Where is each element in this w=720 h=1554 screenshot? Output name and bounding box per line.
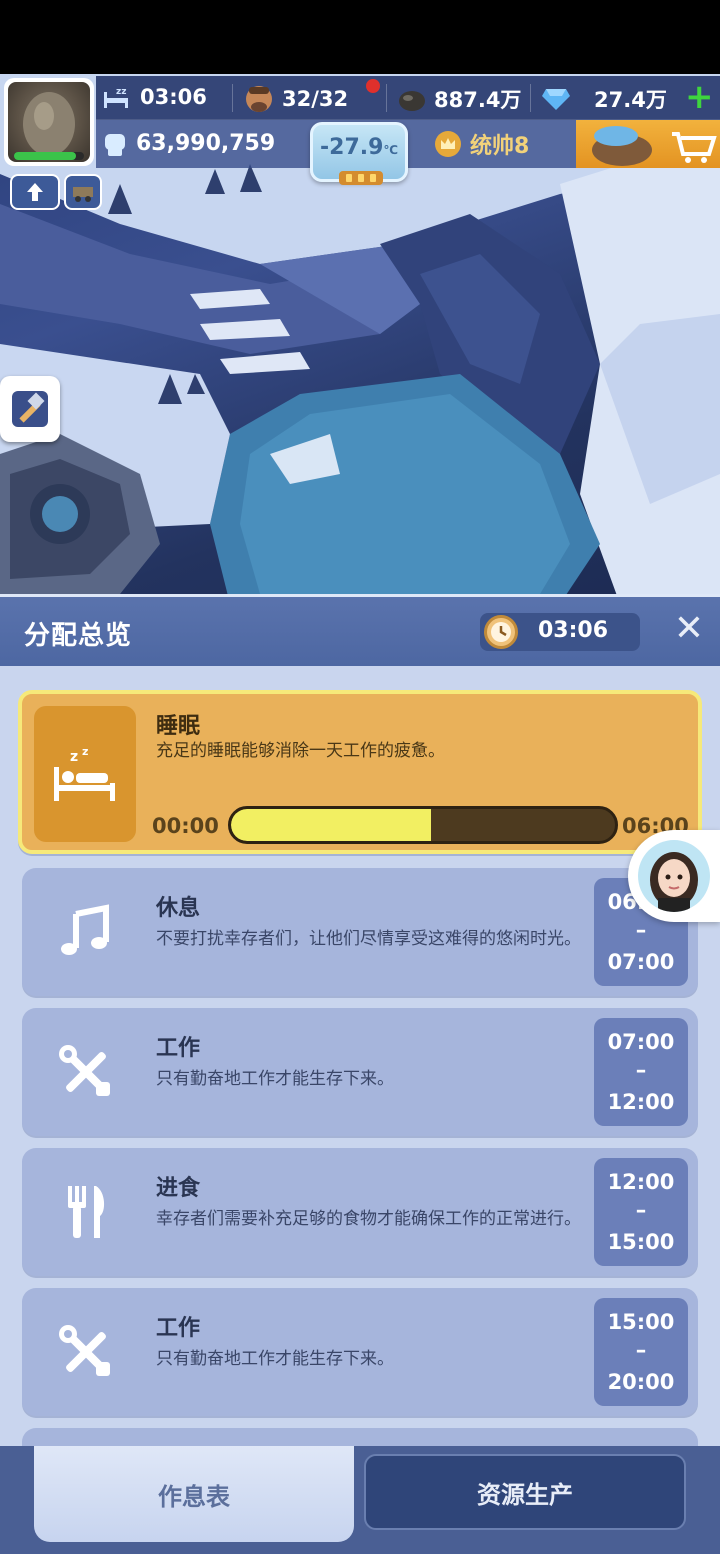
assistant-face-icon	[638, 840, 710, 912]
tools-icon	[46, 1308, 126, 1396]
build-button[interactable]	[0, 376, 60, 442]
arrow-up-icon	[27, 183, 43, 201]
schedule-item-work[interactable]: 工作 只有勤奋地工作才能生存下来。 07:00 – 12:00	[22, 1008, 698, 1136]
progress-start-time: 00:00	[152, 814, 219, 838]
schedule-item-rest[interactable]: 休息 不要打扰幸存者们，让他们尽情享受这难得的悠闲时光。 06:00 – 07:…	[22, 868, 698, 996]
diamond-icon	[542, 87, 570, 111]
vehicle-icon	[73, 187, 93, 202]
schedule-item-title: 休息	[156, 896, 201, 921]
vehicle-button[interactable]	[64, 174, 102, 210]
schedule-item-desc: 不要打扰幸存者们，让他们尽情享受这难得的悠闲时光。	[156, 929, 581, 949]
sleep-indicator: zz 03:06	[102, 84, 207, 110]
end-time: 07:00	[607, 950, 675, 974]
svg-text:z: z	[70, 749, 78, 765]
avatar-image	[8, 82, 90, 162]
tools-icon	[46, 1028, 126, 1116]
tab-schedule[interactable]: 作息表	[34, 1446, 354, 1542]
fist-icon	[102, 128, 128, 158]
sleep-progress-fill	[231, 809, 431, 841]
shop-cart-icon	[592, 126, 717, 166]
schedule-item-desc: 充足的睡眠能够消除一天工作的疲惫。	[156, 741, 445, 761]
avatar-health-bar	[14, 152, 84, 160]
survivor-count-value: 32/32	[282, 87, 349, 111]
player-avatar[interactable]	[4, 78, 94, 166]
gem-value: 27.4万	[594, 88, 667, 112]
schedule-item-work[interactable]: 工作 只有勤奋地工作才能生存下来。 15:00 – 20:00	[22, 1288, 698, 1416]
music-icon	[46, 888, 126, 976]
survivor-count[interactable]: 32/32	[244, 84, 348, 114]
schedule-item-sleep[interactable]: z z 睡眠 充足的睡眠能够消除一天工作的疲惫。 00:00 06:00	[18, 690, 702, 854]
power-value: 63,990,759	[136, 130, 276, 156]
notification-dot	[366, 79, 380, 93]
schedule-list[interactable]: z z 睡眠 充足的睡眠能够消除一天工作的疲惫。 00:00 06:00 休息 …	[0, 666, 720, 1446]
close-button[interactable]: ✕	[670, 611, 708, 649]
power-indicator: 63,990,759	[102, 128, 275, 158]
temperature-indicator[interactable]: -27.9℃	[310, 122, 408, 185]
time-value: 03:06	[538, 618, 609, 643]
upgrade-button[interactable]	[10, 174, 60, 210]
start-time: 15:00	[607, 1310, 675, 1334]
crown-icon	[434, 130, 462, 158]
shop-button[interactable]	[576, 120, 720, 168]
schedule-time-range: 15:00 – 20:00	[594, 1298, 688, 1406]
svg-text:zz: zz	[116, 87, 126, 97]
schedule-item-desc: 只有勤奋地工作才能生存下来。	[156, 1349, 394, 1369]
time-dash: –	[635, 1338, 647, 1362]
utensils-icon	[46, 1168, 126, 1256]
sleep-time-value: 03:06	[140, 85, 207, 109]
schedule-item-desc: 只有勤奋地工作才能生存下来。	[156, 1069, 394, 1089]
sleep-bed-icon: zz	[102, 84, 132, 110]
start-time: 12:00	[607, 1170, 675, 1194]
schedule-item-desc: 幸存者们需要补充足够的食物才能确保工作的正常进行。	[156, 1209, 581, 1229]
schedule-item-title: 睡眠	[156, 714, 201, 739]
time-dash: –	[635, 1058, 647, 1082]
coal-resource[interactable]: 887.4万	[398, 84, 521, 114]
time-display: 03:06	[480, 613, 640, 651]
add-gems-button[interactable]: +	[685, 80, 714, 114]
schedule-time-range: 07:00 – 12:00	[594, 1018, 688, 1126]
schedule-item-title: 工作	[156, 1316, 201, 1341]
gem-resource[interactable]: 27.4万	[542, 84, 667, 114]
end-time: 12:00	[607, 1090, 675, 1114]
assistant-avatar[interactable]	[628, 830, 720, 922]
start-time: 07:00	[607, 1030, 675, 1054]
end-time: 15:00	[607, 1230, 675, 1254]
coal-value: 887.4万	[434, 88, 522, 112]
divider	[530, 84, 531, 112]
schedule-panel-header: 分配总览 03:06 ✕	[0, 594, 720, 666]
schedule-time-range: 12:00 – 15:00	[594, 1158, 688, 1266]
survivor-face-icon	[244, 84, 274, 114]
divider	[386, 84, 387, 112]
sleep-progress-bar	[228, 806, 618, 844]
coal-icon	[398, 86, 426, 112]
commander-level[interactable]: 统帅8	[434, 128, 529, 160]
heater-level-icon	[339, 171, 383, 185]
schedule-item-next[interactable]	[22, 1428, 698, 1446]
divider	[232, 84, 233, 112]
schedule-item-title: 工作	[156, 1036, 201, 1061]
hammer-icon	[12, 391, 48, 427]
commander-value: 统帅8	[470, 134, 530, 159]
end-time: 20:00	[607, 1370, 675, 1394]
schedule-item-title: 进食	[156, 1176, 201, 1201]
panel-title: 分配总览	[24, 621, 133, 651]
schedule-item-eat[interactable]: 进食 幸存者们需要补充足够的食物才能确保工作的正常进行。 12:00 – 15:…	[22, 1148, 698, 1276]
clock-icon	[484, 615, 518, 649]
status-bar	[0, 0, 720, 74]
svg-text:z: z	[82, 745, 88, 758]
bed-icon: z z	[34, 706, 136, 842]
temperature-value: -27.9℃	[320, 135, 398, 160]
tab-resource-production[interactable]: 资源生产	[364, 1454, 686, 1530]
time-dash: –	[635, 1198, 647, 1222]
bottom-tab-bar: 作息表 资源生产	[0, 1446, 720, 1554]
